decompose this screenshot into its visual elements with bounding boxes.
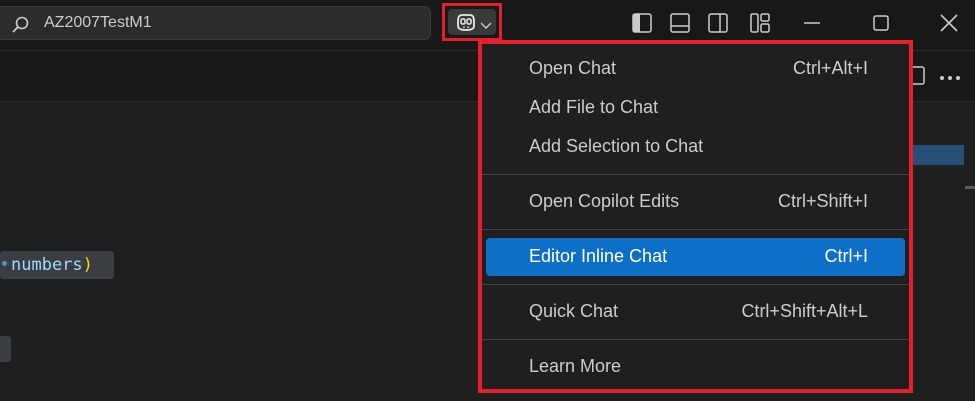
menu-separator <box>482 284 909 285</box>
menu-separator <box>482 174 909 175</box>
line-highlight <box>912 145 964 165</box>
menu-item-shortcut: Ctrl+Alt+I <box>792 58 868 78</box>
customize-layout-icon[interactable] <box>749 12 771 38</box>
scrollbar-marker[interactable] <box>965 186 975 189</box>
menu-item-label: Learn More <box>529 356 622 376</box>
menu-item-open-copilot-edits[interactable]: Open Copilot Edits Ctrl+Shift+I <box>486 183 905 221</box>
menu-separator <box>482 339 909 340</box>
menu-item-shortcut: Ctrl+Shift+I <box>777 191 868 211</box>
command-center-search[interactable]: AZ2007TestM1 <box>0 6 431 40</box>
menu-item-label: Add Selection to Chat <box>529 136 704 156</box>
menu-item-learn-more[interactable]: Learn More <box>486 348 905 386</box>
copilot-dropdown-menu: Open Chat Ctrl+Alt+I Add File to Chat Ad… <box>478 40 913 393</box>
code-highlight <box>0 336 11 362</box>
menu-item-label: Add File to Chat <box>529 97 659 117</box>
menu-separator <box>482 229 909 230</box>
menu-item-open-chat[interactable]: Open Chat Ctrl+Alt+I <box>486 50 905 88</box>
search-text: AZ2007TestM1 <box>44 14 152 31</box>
menu-item-label: Open Chat <box>529 58 617 78</box>
menu-item-label: Quick Chat <box>529 301 619 321</box>
code-token: numbers) <box>0 251 114 279</box>
toggle-primary-sidebar-icon[interactable] <box>631 12 653 38</box>
menu-item-shortcut: Ctrl+Shift+Alt+L <box>741 301 868 321</box>
toggle-secondary-sidebar-icon[interactable] <box>707 12 729 38</box>
code-token-name: numbers <box>11 255 83 275</box>
copilot-menu-button[interactable] <box>442 3 502 41</box>
menu-item-quick-chat[interactable]: Quick Chat Ctrl+Shift+Alt+L <box>486 293 905 331</box>
menu-item-add-file-to-chat[interactable]: Add File to Chat <box>486 89 905 127</box>
menu-item-add-selection-to-chat[interactable]: Add Selection to Chat <box>486 128 905 166</box>
token-marker <box>2 261 7 266</box>
copilot-icon <box>455 11 477 37</box>
code-token-paren: ) <box>82 255 93 275</box>
more-actions-icon[interactable] <box>938 66 962 91</box>
maximize-icon[interactable] <box>870 12 892 38</box>
chevron-down-icon[interactable] <box>480 16 492 35</box>
split-editor-icon[interactable] <box>911 66 925 90</box>
toggle-panel-icon[interactable] <box>669 12 691 38</box>
menu-item-label: Editor Inline Chat <box>529 246 668 266</box>
menu-item-editor-inline-chat[interactable]: Editor Inline Chat Ctrl+I <box>486 238 905 276</box>
menu-item-shortcut: Ctrl+I <box>824 246 868 266</box>
menu-item-label: Open Copilot Edits <box>529 191 680 211</box>
close-icon[interactable] <box>938 12 960 38</box>
minimize-icon[interactable] <box>801 12 823 38</box>
search-icon <box>11 16 29 38</box>
